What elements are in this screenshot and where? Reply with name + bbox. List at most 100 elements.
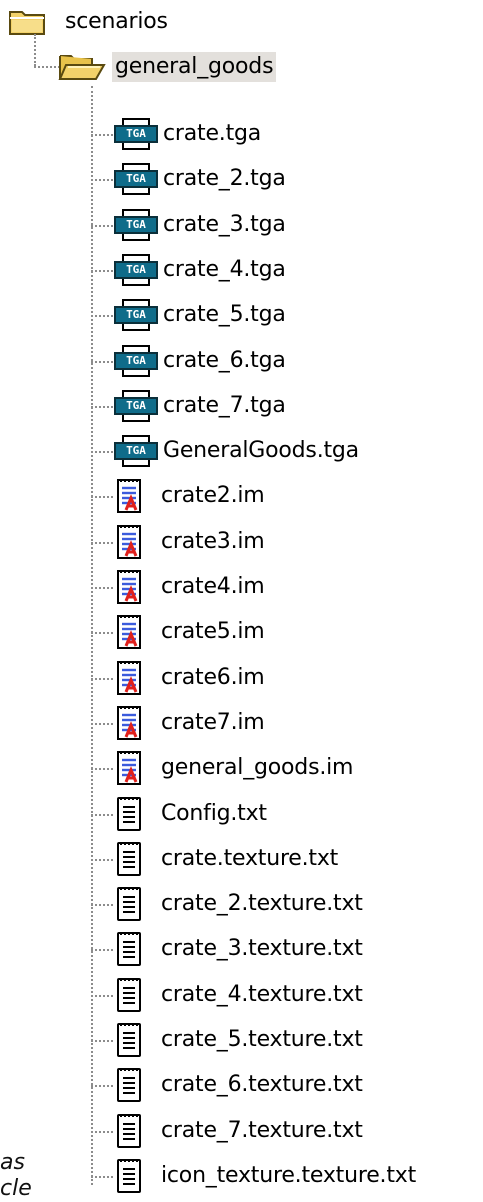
tree-connector bbox=[91, 1085, 113, 1087]
tree-node-general-goods[interactable]: general_goods bbox=[58, 47, 277, 87]
tree-connector bbox=[91, 542, 113, 544]
tree-node-label: icon_texture.texture.txt bbox=[161, 1163, 416, 1188]
tga-icon-badge: TGA bbox=[114, 216, 158, 234]
tree-connector bbox=[91, 995, 113, 997]
text-file-icon bbox=[112, 796, 148, 832]
tree-connector bbox=[91, 814, 113, 816]
tree-node-label: crate_5.tga bbox=[163, 302, 286, 327]
tree-node-file[interactable]: icon_texture.texture.txt bbox=[112, 1156, 419, 1196]
tree-connector bbox=[91, 315, 113, 317]
tree-connector bbox=[91, 270, 113, 272]
tga-icon: TGA bbox=[114, 434, 158, 468]
tree-node-label: crate.texture.txt bbox=[161, 846, 339, 871]
text-file-icon bbox=[112, 886, 148, 922]
tree-connector bbox=[91, 678, 113, 680]
tree-connector bbox=[91, 179, 113, 181]
tree-connector bbox=[91, 587, 113, 589]
tga-icon-badge: TGA bbox=[114, 306, 158, 324]
tga-icon-badge: TGA bbox=[114, 442, 158, 460]
tree-connector bbox=[91, 632, 113, 634]
tree-node-file[interactable]: crate_7.texture.txt bbox=[112, 1111, 366, 1151]
tree-node-label: crate_3.tga bbox=[163, 212, 286, 237]
text-file-icon bbox=[112, 977, 148, 1013]
tree-node-file[interactable]: crate_5.texture.txt bbox=[112, 1020, 366, 1060]
tree-connector bbox=[34, 34, 36, 66]
file-tree: scenarios general_goods TGA crate.tga TGA c… bbox=[0, 0, 483, 1201]
tree-node-file[interactable]: crate3.im bbox=[112, 522, 268, 562]
tga-icon-badge: TGA bbox=[114, 125, 158, 143]
tree-node-label: crate5.im bbox=[161, 619, 265, 644]
tree-node-file[interactable]: TGA crate_2.tga bbox=[114, 159, 289, 199]
tree-node-label: crate_4.tga bbox=[163, 257, 286, 282]
tga-icon-badge: TGA bbox=[114, 170, 158, 188]
text-file-icon bbox=[112, 1067, 148, 1103]
tree-node-file[interactable]: crate5.im bbox=[112, 612, 268, 652]
tree-node-file[interactable]: crate_3.texture.txt bbox=[112, 929, 366, 969]
tree-node-file[interactable]: TGA crate_4.tga bbox=[114, 250, 289, 290]
text-file-icon bbox=[112, 931, 148, 967]
tree-connector bbox=[91, 451, 113, 453]
tree-node-label: crate6.im bbox=[161, 665, 265, 690]
tree-node-scenarios[interactable]: scenarios bbox=[8, 2, 171, 42]
im-file-icon bbox=[112, 524, 148, 560]
tga-icon: TGA bbox=[114, 298, 158, 332]
tree-node-file[interactable]: TGA crate_6.tga bbox=[114, 341, 289, 381]
tree-node-label: crate_5.texture.txt bbox=[161, 1027, 363, 1052]
tree-connector bbox=[91, 86, 93, 1185]
tree-node-label: GeneralGoods.tga bbox=[163, 438, 359, 463]
tga-icon-badge: TGA bbox=[114, 261, 158, 279]
tga-icon: TGA bbox=[114, 117, 158, 151]
im-file-icon bbox=[112, 478, 148, 514]
im-file-icon bbox=[112, 705, 148, 741]
tree-node-label: crate2.im bbox=[161, 483, 265, 508]
text-file-icon bbox=[112, 1022, 148, 1058]
tree-connector bbox=[91, 1176, 113, 1178]
tga-icon: TGA bbox=[114, 344, 158, 378]
tree-node-file[interactable]: crate6.im bbox=[112, 658, 268, 698]
tree-node-file[interactable]: TGA GeneralGoods.tga bbox=[114, 431, 362, 471]
tree-connector bbox=[91, 1040, 113, 1042]
tree-connector bbox=[91, 406, 113, 408]
tree-node-label: crate4.im bbox=[161, 574, 265, 599]
text-file-icon bbox=[112, 1158, 148, 1194]
tree-node-file[interactable]: crate7.im bbox=[112, 703, 268, 743]
tree-node-file[interactable]: general_goods.im bbox=[112, 748, 356, 788]
tree-node-label: crate_3.texture.txt bbox=[161, 936, 363, 961]
tree-connector bbox=[91, 768, 113, 770]
clipped-caption: as cle bbox=[0, 1150, 32, 1202]
tga-icon: TGA bbox=[114, 162, 158, 196]
tree-node-label: general_goods.im bbox=[161, 755, 354, 780]
tree-node-file[interactable]: crate_4.texture.txt bbox=[112, 975, 366, 1015]
tree-node-file[interactable]: TGA crate_5.tga bbox=[114, 295, 289, 335]
tree-node-file[interactable]: crate_6.texture.txt bbox=[112, 1065, 366, 1105]
tree-node-file[interactable]: TGA crate.tga bbox=[114, 114, 264, 154]
tree-node-file[interactable]: TGA crate_7.tga bbox=[114, 386, 289, 426]
tree-node-label: crate.tga bbox=[163, 121, 262, 146]
tga-icon: TGA bbox=[114, 389, 158, 423]
folder-open-icon bbox=[58, 51, 106, 83]
tree-node-label: crate_7.texture.txt bbox=[161, 1118, 363, 1143]
folder-icon bbox=[8, 7, 56, 37]
clipped-caption-line2: cle bbox=[0, 1176, 32, 1201]
tree-node-file[interactable]: TGA crate_3.tga bbox=[114, 205, 289, 245]
tree-node-file[interactable]: crate4.im bbox=[112, 567, 268, 607]
tree-node-file[interactable]: crate_2.texture.txt bbox=[112, 884, 366, 924]
tree-node-label: scenarios bbox=[65, 9, 168, 34]
im-file-icon bbox=[112, 614, 148, 650]
tree-connector bbox=[91, 859, 113, 861]
tree-node-label: general_goods bbox=[112, 52, 277, 82]
tga-icon-badge: TGA bbox=[114, 352, 158, 370]
tree-node-file[interactable]: crate.texture.txt bbox=[112, 839, 341, 879]
tree-node-file[interactable]: crate2.im bbox=[112, 476, 268, 516]
tree-node-label: crate_7.tga bbox=[163, 393, 286, 418]
tga-icon: TGA bbox=[114, 253, 158, 287]
tree-connector bbox=[91, 361, 113, 363]
tree-node-file[interactable]: Config.txt bbox=[112, 794, 270, 834]
text-file-icon bbox=[112, 1113, 148, 1149]
tree-node-label: crate_6.tga bbox=[163, 348, 286, 373]
tree-node-label: crate_4.texture.txt bbox=[161, 982, 363, 1007]
tree-node-label: crate_6.texture.txt bbox=[161, 1072, 363, 1097]
tree-connector bbox=[91, 723, 113, 725]
tree-connector bbox=[91, 225, 113, 227]
tga-icon: TGA bbox=[114, 208, 158, 242]
